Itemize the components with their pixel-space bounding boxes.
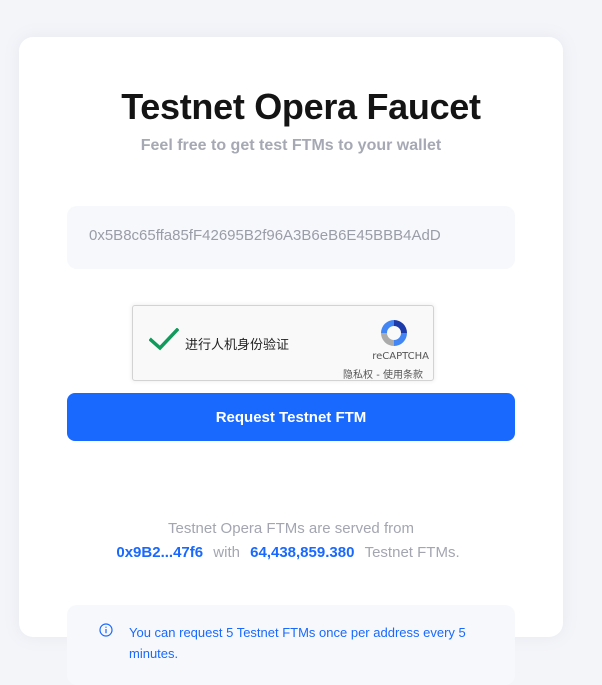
page-subtitle: Feel free to get test FTMs to your walle… — [140, 137, 442, 154]
privacy-link[interactable]: 隐私权 — [343, 370, 373, 381]
page-title: Testnet Opera Faucet — [121, 86, 481, 127]
notice-box: You can request 5 Testnet FTMs once per … — [67, 605, 515, 685]
faucet-address-link[interactable]: 0x9B2...47f6 — [116, 544, 203, 561]
faucet-balance-line: 0x9B2...47f6 with 64,438,859.380 Testnet… — [0, 544, 582, 561]
info-icon — [99, 623, 113, 642]
with-text: with — [213, 544, 240, 561]
notice-text: You can request 5 Testnet FTMs once per … — [129, 625, 466, 661]
terms-link[interactable]: 使用条款 — [383, 370, 423, 381]
checkmark-icon — [148, 327, 180, 351]
recaptcha-brand: reCAPTCHA — [372, 351, 429, 362]
balance-suffix: Testnet FTMs. — [364, 544, 460, 561]
recaptcha-links: 隐私权 - 使用条款 — [343, 366, 423, 381]
wallet-address-input[interactable]: 0x5B8c65ffa85fF42695B2f96A3B6eB6E45BBB4A… — [67, 206, 515, 269]
link-separator: - — [373, 370, 383, 381]
faucet-info-line: Testnet Opera FTMs are served from — [168, 520, 414, 537]
faucet-balance: 64,438,859.380 — [250, 544, 355, 561]
recaptcha-label: 进行人机身份验证 — [185, 338, 290, 353]
request-testnet-ftm-button[interactable]: Request Testnet FTM — [67, 393, 515, 441]
recaptcha-checkbox[interactable] — [148, 327, 180, 357]
wallet-address-value: 0x5B8c65ffa85fF42695B2f96A3B6eB6E45BBB4A… — [89, 227, 441, 244]
recaptcha-logo-icon — [378, 317, 410, 354]
recaptcha-widget: 进行人机身份验证 reCAPTCHA 隐私权 - 使用条款 — [132, 305, 434, 381]
